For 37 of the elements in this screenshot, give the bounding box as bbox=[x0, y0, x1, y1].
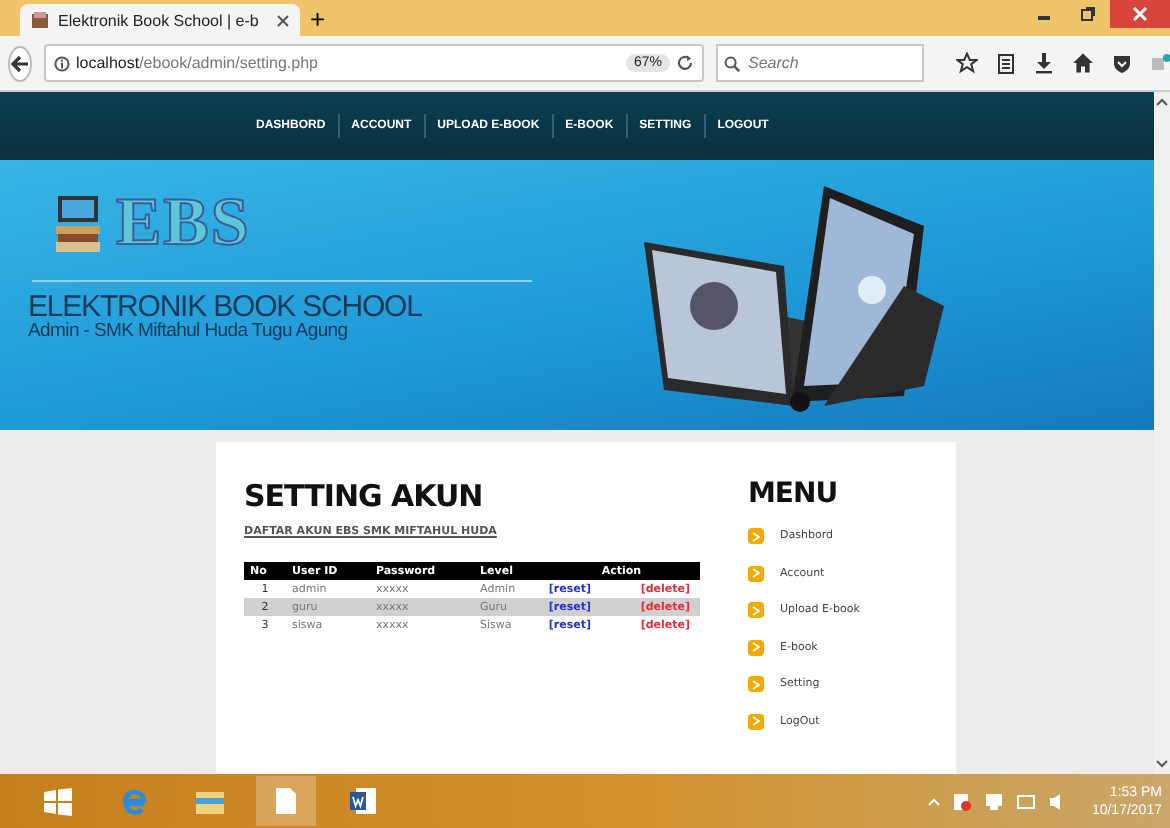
site-subtitle: Admin - SMK Miftahul Huda Tugu Agung bbox=[28, 322, 350, 342]
download-icon[interactable] bbox=[1034, 52, 1054, 74]
restore-icon[interactable] bbox=[1080, 6, 1096, 22]
chevron-up-icon[interactable] bbox=[927, 797, 940, 805]
star-icon[interactable] bbox=[956, 52, 978, 74]
close-icon[interactable] bbox=[276, 13, 290, 27]
site-logo: EBS bbox=[116, 188, 251, 260]
scroll-up-icon bbox=[1156, 98, 1168, 106]
chevron-icon bbox=[752, 568, 760, 579]
info-icon bbox=[54, 55, 70, 71]
shield-icon[interactable] bbox=[1112, 53, 1132, 73]
scrollbar[interactable] bbox=[1154, 92, 1170, 774]
windows-icon[interactable] bbox=[44, 787, 72, 815]
word-icon[interactable] bbox=[347, 786, 377, 816]
tab-title: Elektronik Book School | e-b bbox=[58, 11, 261, 29]
chevron-icon bbox=[752, 605, 760, 616]
back-arrow-icon bbox=[10, 53, 30, 73]
search-field[interactable]: Search bbox=[716, 44, 924, 82]
chevron-icon bbox=[752, 679, 760, 690]
browser-tab[interactable]: Elektronik Book School | e-b bbox=[20, 4, 300, 36]
computer-books-icon bbox=[52, 194, 104, 254]
back-button[interactable] bbox=[8, 45, 32, 81]
new-tab-button[interactable]: + bbox=[310, 4, 326, 36]
scroll-down-icon bbox=[1156, 760, 1168, 768]
home-icon[interactable] bbox=[1072, 52, 1094, 74]
reload-icon[interactable] bbox=[676, 54, 694, 72]
chevron-icon bbox=[752, 531, 760, 542]
clipboard-icon[interactable] bbox=[996, 52, 1016, 74]
site-title: ELEKTRONIK BOOK SCHOOL bbox=[28, 292, 424, 322]
chevron-icon bbox=[752, 642, 760, 653]
page-heading: SETTING AKUN bbox=[244, 478, 485, 514]
menu-heading: MENU bbox=[748, 478, 840, 510]
puzzle-icon[interactable] bbox=[1150, 52, 1170, 74]
search-icon bbox=[724, 55, 740, 71]
speaker-icon[interactable] bbox=[1047, 791, 1064, 811]
url-text: localhost/ebook/admin/setting.php bbox=[76, 54, 320, 72]
chevron-icon bbox=[752, 716, 760, 727]
